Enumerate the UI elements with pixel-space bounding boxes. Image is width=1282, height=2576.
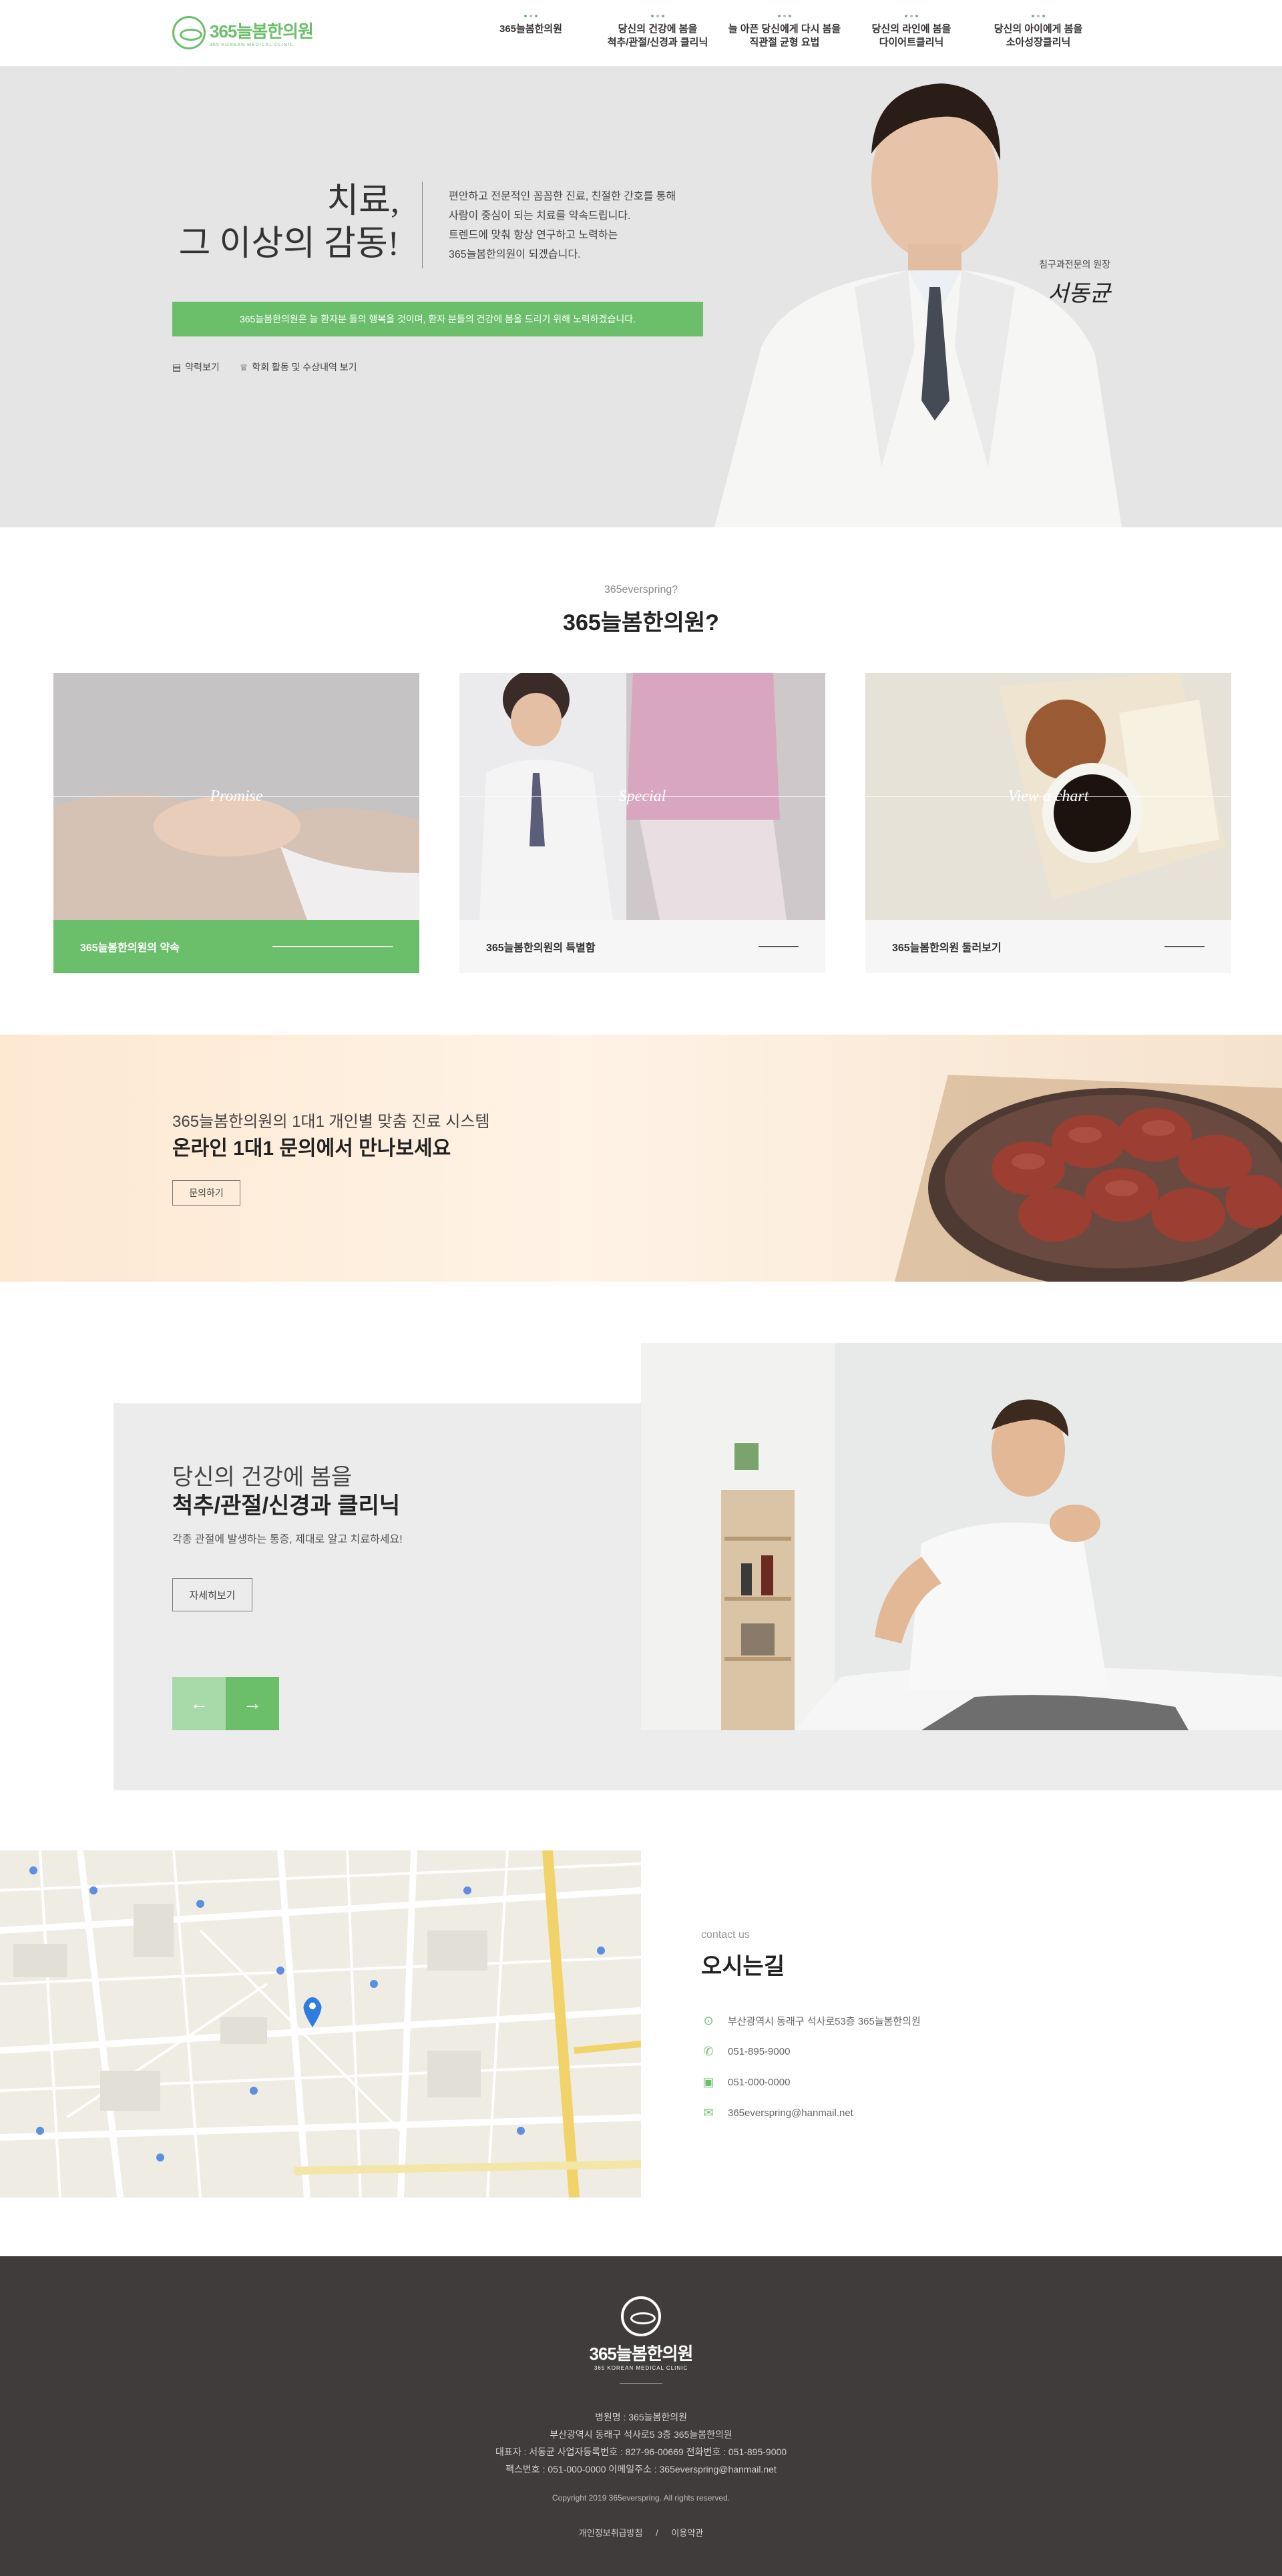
link-separator: / — [656, 2528, 658, 2538]
card-label: 365늘봄한의원 둘러보기 — [892, 943, 1002, 954]
card-image: Promise — [53, 673, 419, 920]
card-promise[interactable]: Promise 365늘봄한의원의 약속 — [53, 673, 419, 973]
intro-cards: Promise 365늘봄한의원의 약속 Special 365늘봄한의원의 특… — [53, 673, 1231, 973]
contact-list: ⊙ 부산광역시 동래구 석사로53층 365늘봄한의원 ✆ 051-895-90… — [701, 2005, 921, 2128]
terms-link[interactable]: 이용약관 — [671, 2528, 703, 2538]
hero-title: 치료, 그 이상의 감동! — [178, 182, 399, 263]
hero-links: ▤ 약력보기 ♕ 학회 활동 및 수상내역 보기 — [172, 360, 357, 374]
inquiry-button[interactable]: 문의하기 — [172, 1180, 240, 1206]
slider-prev-button[interactable]: ← — [172, 1677, 226, 1730]
feature-title-bold: 척추/관절/신경과 클리닉 — [172, 1493, 401, 1519]
logo-sub: 365 KOREAN MEDICAL CLINIC — [210, 43, 294, 47]
site-footer: 365늘봄한의원 365 KOREAN MEDICAL CLINIC 병원명 :… — [0, 2256, 1282, 2576]
site-header: 365늘봄한의원 365 KOREAN MEDICAL CLINIC 365늘봄… — [0, 0, 1282, 67]
slider-next-button[interactable]: → — [226, 1677, 279, 1730]
location-map[interactable] — [0, 1850, 641, 2198]
nav-dots-icon — [778, 15, 791, 17]
contact-fax: ▣ 051-000-0000 — [701, 2067, 921, 2097]
nav-dots-icon — [524, 15, 538, 17]
banner-subtitle: 365늘봄한의원의 1대1 개인별 맞춤 진료 시스템 — [172, 1113, 490, 1131]
card-line-icon — [759, 946, 799, 947]
card-view[interactable]: View a chart 365늘봄한의원 둘러보기 — [865, 673, 1231, 973]
doctor-role: 침구과전문의 원장 — [1039, 259, 1110, 270]
hero-divider — [422, 182, 423, 268]
nav-item-diet[interactable]: 당신의 라인에 봄을 다이어트클리닉 — [848, 13, 975, 49]
privacy-link[interactable]: 개인정보취급방침 — [579, 2528, 643, 2538]
profile-link[interactable]: ▤ 약력보기 — [172, 360, 220, 374]
doctor-photo — [714, 83, 1122, 527]
document-icon: ▤ — [172, 361, 182, 372]
banner-title: 온라인 1대1 문의에서 만나보세요 — [172, 1137, 451, 1160]
jujube-bowl-image — [895, 1075, 1282, 1282]
hero-section: 치료, 그 이상의 감동! 편안하고 전문적인 꼼꼼한 진료, 친절한 간호를 … — [0, 67, 1282, 527]
shoulder-pain-photo — [641, 1343, 1282, 1730]
feature-title-light: 당신의 건강에 봄을 — [172, 1465, 353, 1490]
location-title: 오시는길 — [701, 1954, 785, 1979]
doctor-name: 서동균 — [1048, 280, 1110, 307]
logo[interactable]: 365늘봄한의원 365 KOREAN MEDICAL CLINIC — [172, 16, 314, 49]
card-label: 365늘봄한의원의 약속 — [80, 943, 180, 954]
intro-subtitle: 365everspring? — [604, 584, 678, 595]
contact-address: ⊙ 부산광역시 동래구 석사로53층 365늘봄한의원 — [701, 2005, 920, 2036]
logo-icon — [172, 16, 206, 49]
nav-item-clinic[interactable]: 365늘봄한의원 — [467, 13, 594, 49]
award-icon: ♕ — [239, 361, 248, 372]
nav-item-spine[interactable]: 당신의 건강에 봄을 척추/관절/신경과 클리닉 — [594, 13, 721, 49]
feature-description: 각종 관절에 발생하는 통증, 제대로 알고 치료하세요! — [172, 1534, 403, 1545]
contact-email[interactable]: ✉ 365everspring@hanmail.net — [701, 2097, 921, 2128]
card-special[interactable]: Special 365늘봄한의원의 특별함 — [459, 673, 825, 973]
card-image: View a chart — [865, 673, 1231, 920]
nav-item-growth[interactable]: 당신의 아이에게 봄을 소아성장클리닉 — [975, 13, 1102, 49]
card-image: Special — [459, 673, 825, 920]
nav-dots-icon — [1032, 15, 1045, 17]
hero-description: 편안하고 전문적인 꼼꼼한 진료, 친절한 간호를 통해 사람이 중심이 되는 … — [449, 191, 676, 260]
footer-info: 병원명 : 365늘봄한의원 부산광역시 동래구 석사로5 3층 365늘봄한의… — [495, 2412, 787, 2475]
fax-icon: ▣ — [702, 2075, 714, 2089]
card-label: 365늘봄한의원의 특별함 — [486, 943, 596, 954]
location-subtitle: contact us — [701, 1929, 750, 1941]
hero-message-bar: 365늘봄한의원은 늘 환자분 들의 행복을 것이며, 환자 분들의 건강에 봄… — [172, 302, 703, 336]
intro-title: 365늘봄한의원? — [563, 610, 719, 635]
awards-link[interactable]: ♕ 학회 활동 및 수상내역 보기 — [240, 360, 357, 374]
mail-icon: ✉ — [703, 2105, 714, 2119]
nav-dots-icon — [905, 15, 918, 17]
nav-item-balance[interactable]: 늘 아픈 당신에게 다시 봄을 직관절 균형 요법 — [721, 13, 848, 49]
footer-divider — [620, 2383, 662, 2384]
contact-phone[interactable]: ✆ 051-895-9000 — [701, 2036, 921, 2067]
slider-controls: ← → — [172, 1677, 279, 1730]
doctor-signature: 침구과전문의 원장 서동균 — [1020, 258, 1110, 308]
phone-icon: ✆ — [703, 2044, 714, 2058]
footer-links: 개인정보취급방침 / 이용약관 — [0, 2526, 1282, 2539]
main-nav: 365늘봄한의원 당신의 건강에 봄을 척추/관절/신경과 클리닉 늘 아픈 당… — [467, 13, 1102, 49]
footer-logo: 365늘봄한의원 365 KOREAN MEDICAL CLINIC — [588, 2296, 694, 2371]
logo-name: 365늘봄한의원 — [210, 21, 314, 41]
card-line-icon — [272, 946, 393, 947]
nav-dots-icon — [651, 15, 664, 17]
card-line-icon — [1164, 946, 1205, 947]
feature-detail-button[interactable]: 자세히보기 — [172, 1578, 252, 1611]
inquiry-banner: 365늘봄한의원의 1대1 개인별 맞춤 진료 시스템 온라인 1대1 문의에서… — [0, 1035, 1282, 1282]
logo-icon — [621, 2296, 661, 2336]
copyright: Copyright 2019 365everspring. All rights… — [552, 2493, 730, 2503]
pin-icon: ⊙ — [703, 2013, 714, 2027]
